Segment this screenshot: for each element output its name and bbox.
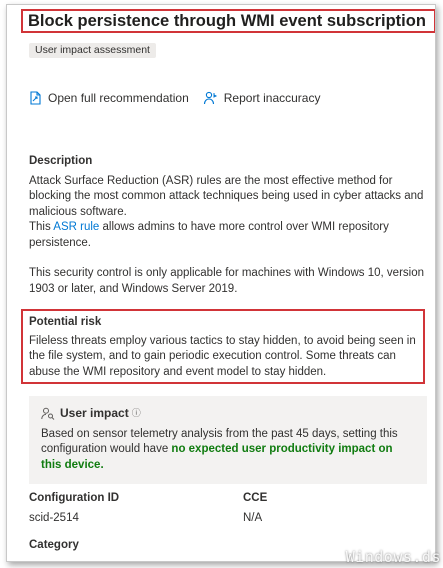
info-icon[interactable]: ⓘ bbox=[132, 406, 141, 422]
report-inaccuracy-label: Report inaccuracy bbox=[223, 91, 321, 105]
watermark-logo: Windows.ds bbox=[345, 548, 441, 566]
details-value-row: scid-2514 N/A bbox=[29, 511, 429, 527]
description-heading: Description bbox=[29, 155, 93, 167]
details-grid: Configuration ID CCE scid-2514 N/A bbox=[29, 491, 429, 526]
user-impact-header: User impact ⓘ bbox=[41, 406, 415, 422]
user-impact-card: User impact ⓘ Based on sensor telemetry … bbox=[29, 396, 427, 484]
configuration-id-value: scid-2514 bbox=[29, 511, 79, 524]
cce-value: N/A bbox=[243, 511, 263, 524]
user-impact-heading: User impact bbox=[60, 406, 129, 420]
category-label: Category bbox=[29, 539, 79, 551]
cce-label: CCE bbox=[243, 492, 268, 504]
potential-risk-text: Fileless threats employ various tactics … bbox=[29, 334, 416, 378]
page-title: Block persistence through WMI event subs… bbox=[28, 12, 426, 30]
open-full-recommendation-link[interactable]: Open full recommendation bbox=[29, 91, 189, 105]
details-header-row: Configuration ID CCE bbox=[29, 491, 429, 507]
report-person-icon bbox=[203, 91, 217, 105]
asr-rule-link[interactable]: ASR rule bbox=[53, 221, 99, 233]
person-search-icon bbox=[41, 408, 55, 421]
configuration-id-label: Configuration ID bbox=[29, 492, 120, 504]
potential-risk-heading: Potential risk bbox=[29, 316, 102, 328]
report-inaccuracy-link[interactable]: Report inaccuracy bbox=[203, 91, 321, 105]
recommendation-panel: Block persistence through WMI event subs… bbox=[6, 4, 436, 562]
applicability-text: This security control is only applicable… bbox=[29, 267, 424, 295]
description-section: Description Attack Surface Reduction (AS… bbox=[29, 154, 429, 297]
potential-risk-box: Potential risk Fileless threats employ v… bbox=[21, 309, 425, 384]
description-asr-line: This ASR rule allows admins to have more… bbox=[29, 220, 429, 251]
user-impact-text: Based on sensor telemetry analysis from … bbox=[41, 427, 415, 474]
open-full-recommendation-label: Open full recommendation bbox=[48, 91, 189, 105]
description-text: Attack Surface Reduction (ASR) rules are… bbox=[29, 174, 424, 218]
document-icon bbox=[30, 91, 41, 105]
user-impact-tag: User impact assessment bbox=[29, 43, 156, 58]
description-asr-prefix: This bbox=[29, 221, 54, 233]
title-highlight-box: Block persistence through WMI event subs… bbox=[21, 9, 435, 33]
actions-bar: Open full recommendation Report inaccura… bbox=[29, 91, 334, 105]
